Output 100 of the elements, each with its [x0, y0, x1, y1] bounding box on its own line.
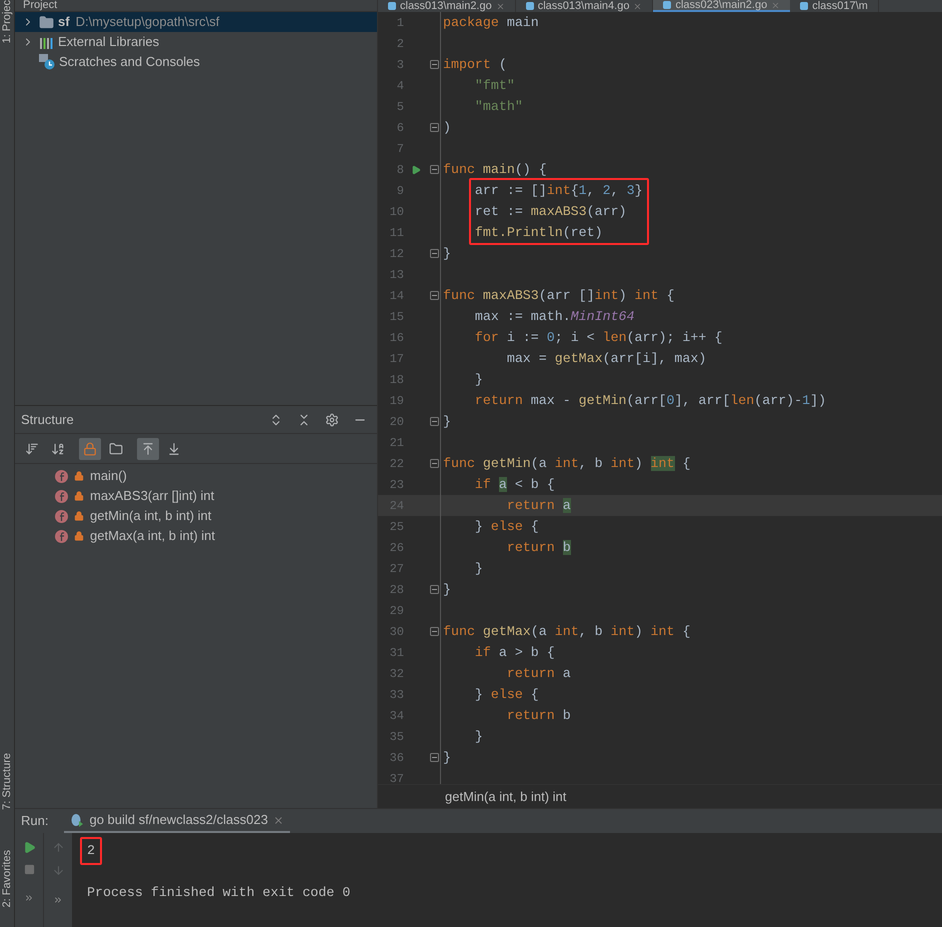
tab-label: class013\main4.go	[538, 0, 630, 12]
line-number: 20	[388, 414, 404, 430]
run-icon[interactable]	[22, 841, 36, 854]
line-number: 21	[388, 434, 404, 452]
run-icon[interactable]	[411, 164, 421, 174]
code-line: if a > b {	[474, 644, 555, 660]
file-tab[interactable]: class013\main2.go	[378, 0, 516, 12]
code-line: func maxABS3(arr []int) int {	[443, 288, 674, 303]
code-line: "math"	[474, 98, 523, 114]
line-number: 26	[388, 540, 404, 556]
line-number: 30	[388, 624, 404, 640]
line-number: 22	[388, 456, 404, 472]
code-line: arr := []int{1, 2, 3}	[474, 182, 643, 198]
run-label: Run:	[21, 812, 48, 830]
fold-icon[interactable]	[430, 417, 438, 426]
code-line: }	[443, 750, 451, 765]
scroll-from-button[interactable]	[137, 438, 159, 460]
go-file-icon	[526, 2, 534, 10]
console-output: Process finished with exit code 0	[86, 884, 350, 902]
code-line: func getMax(a int, b int) int {	[443, 624, 690, 639]
tree-item[interactable]: External Libraries	[15, 32, 377, 52]
tab-label: class017\m	[812, 0, 868, 12]
lock-icon	[83, 442, 97, 456]
close-icon[interactable]	[633, 2, 642, 10]
run-tab[interactable]: go build sf/newclass2/class023	[64, 809, 290, 833]
line-number: 2	[396, 36, 404, 52]
fold-icon[interactable]	[430, 291, 438, 300]
tool-window-tab[interactable]: 7: Structure	[0, 752, 14, 810]
structure-item[interactable]: getMax(a int, b int) int	[15, 526, 377, 546]
fold-icon[interactable]	[430, 585, 438, 594]
breadcrumb[interactable]: getMin(a int, b int) int	[445, 786, 566, 806]
line-number: 32	[388, 666, 404, 682]
line-number: 7	[396, 140, 404, 158]
structure-item[interactable]: main()	[15, 466, 377, 486]
line-number: 12	[388, 246, 404, 262]
line-number: 31	[388, 644, 404, 662]
code-line: } else {	[474, 686, 539, 702]
file-tab[interactable]: class017\m	[790, 0, 879, 12]
code-line: )	[443, 120, 451, 135]
console-output: 2	[87, 843, 95, 859]
more-icon[interactable]	[24, 893, 34, 903]
code-line: return max - getMin(arr[0], arr[len(arr)-1])	[474, 392, 826, 408]
line-number: 28	[388, 582, 404, 598]
code-line: }	[474, 372, 483, 387]
line-number: 34	[388, 708, 404, 724]
settings-icon[interactable]	[325, 412, 339, 426]
code-line: if a < b {	[474, 476, 555, 492]
tool-window-tab[interactable]: 1: Projec	[0, 0, 14, 44]
line-number: 29	[388, 602, 404, 620]
sort-alpha-icon	[51, 442, 65, 456]
fold-icon[interactable]	[430, 753, 438, 762]
lock-icon	[74, 491, 84, 501]
go-file-icon	[388, 2, 396, 10]
tree-item[interactable]: Scratches and Consoles	[15, 52, 377, 72]
code-line: }	[443, 414, 451, 429]
line-number: 4	[396, 78, 404, 94]
tab-label: class013\main2.go	[400, 0, 492, 12]
line-number: 33	[388, 686, 404, 704]
code-line: return a	[506, 498, 571, 513]
code-line: return b	[506, 708, 571, 723]
fold-icon[interactable]	[430, 123, 438, 132]
tree-item-label: External Libraries	[58, 33, 160, 52]
line-number: 11	[388, 224, 404, 242]
fold-icon[interactable]	[430, 249, 438, 258]
line-number: 9	[396, 182, 404, 200]
panel-title: Structure	[21, 410, 74, 429]
code-line: }	[474, 728, 483, 744]
function-icon	[55, 490, 68, 502]
fold-icon[interactable]	[430, 165, 438, 174]
structure-item-label: getMin(a int, b int) int	[90, 507, 212, 526]
line-number: 3	[396, 56, 404, 74]
structure-item-label: getMax(a int, b int) int	[90, 527, 215, 546]
line-number: 13	[388, 266, 404, 284]
lock-icon	[74, 531, 84, 541]
go-file-icon	[800, 2, 808, 10]
line-number: 19	[388, 392, 404, 410]
fold-icon[interactable]	[430, 60, 438, 69]
code-line: }	[443, 246, 451, 261]
structure-item-label: main()	[90, 467, 127, 486]
line-number: 37	[388, 770, 404, 784]
line-number: 6	[396, 120, 404, 136]
line-number: 15	[388, 308, 404, 326]
structure-item[interactable]: maxABS3(arr []int) int	[15, 486, 377, 506]
tree-item[interactable]: sf D:\mysetup\gopath\src\sf	[15, 12, 377, 32]
more-icon[interactable]	[53, 895, 63, 905]
fold-icon[interactable]	[430, 627, 438, 636]
folder-icon	[39, 14, 54, 30]
code-line: }	[443, 582, 451, 597]
tool-window-tab[interactable]: 2: Favorites	[0, 850, 14, 907]
lock-icon	[74, 471, 84, 481]
code-line: return b	[506, 540, 571, 555]
line-number: 27	[388, 560, 404, 578]
code-line: max := math.MinInt64	[474, 308, 635, 324]
structure-item[interactable]: getMin(a int, b int) int	[15, 506, 377, 526]
fold-icon[interactable]	[430, 459, 438, 468]
function-icon	[55, 530, 68, 542]
close-icon[interactable]	[496, 2, 505, 10]
lock-button[interactable]	[79, 438, 101, 460]
function-icon	[55, 470, 68, 482]
close-icon[interactable]	[272, 814, 284, 826]
